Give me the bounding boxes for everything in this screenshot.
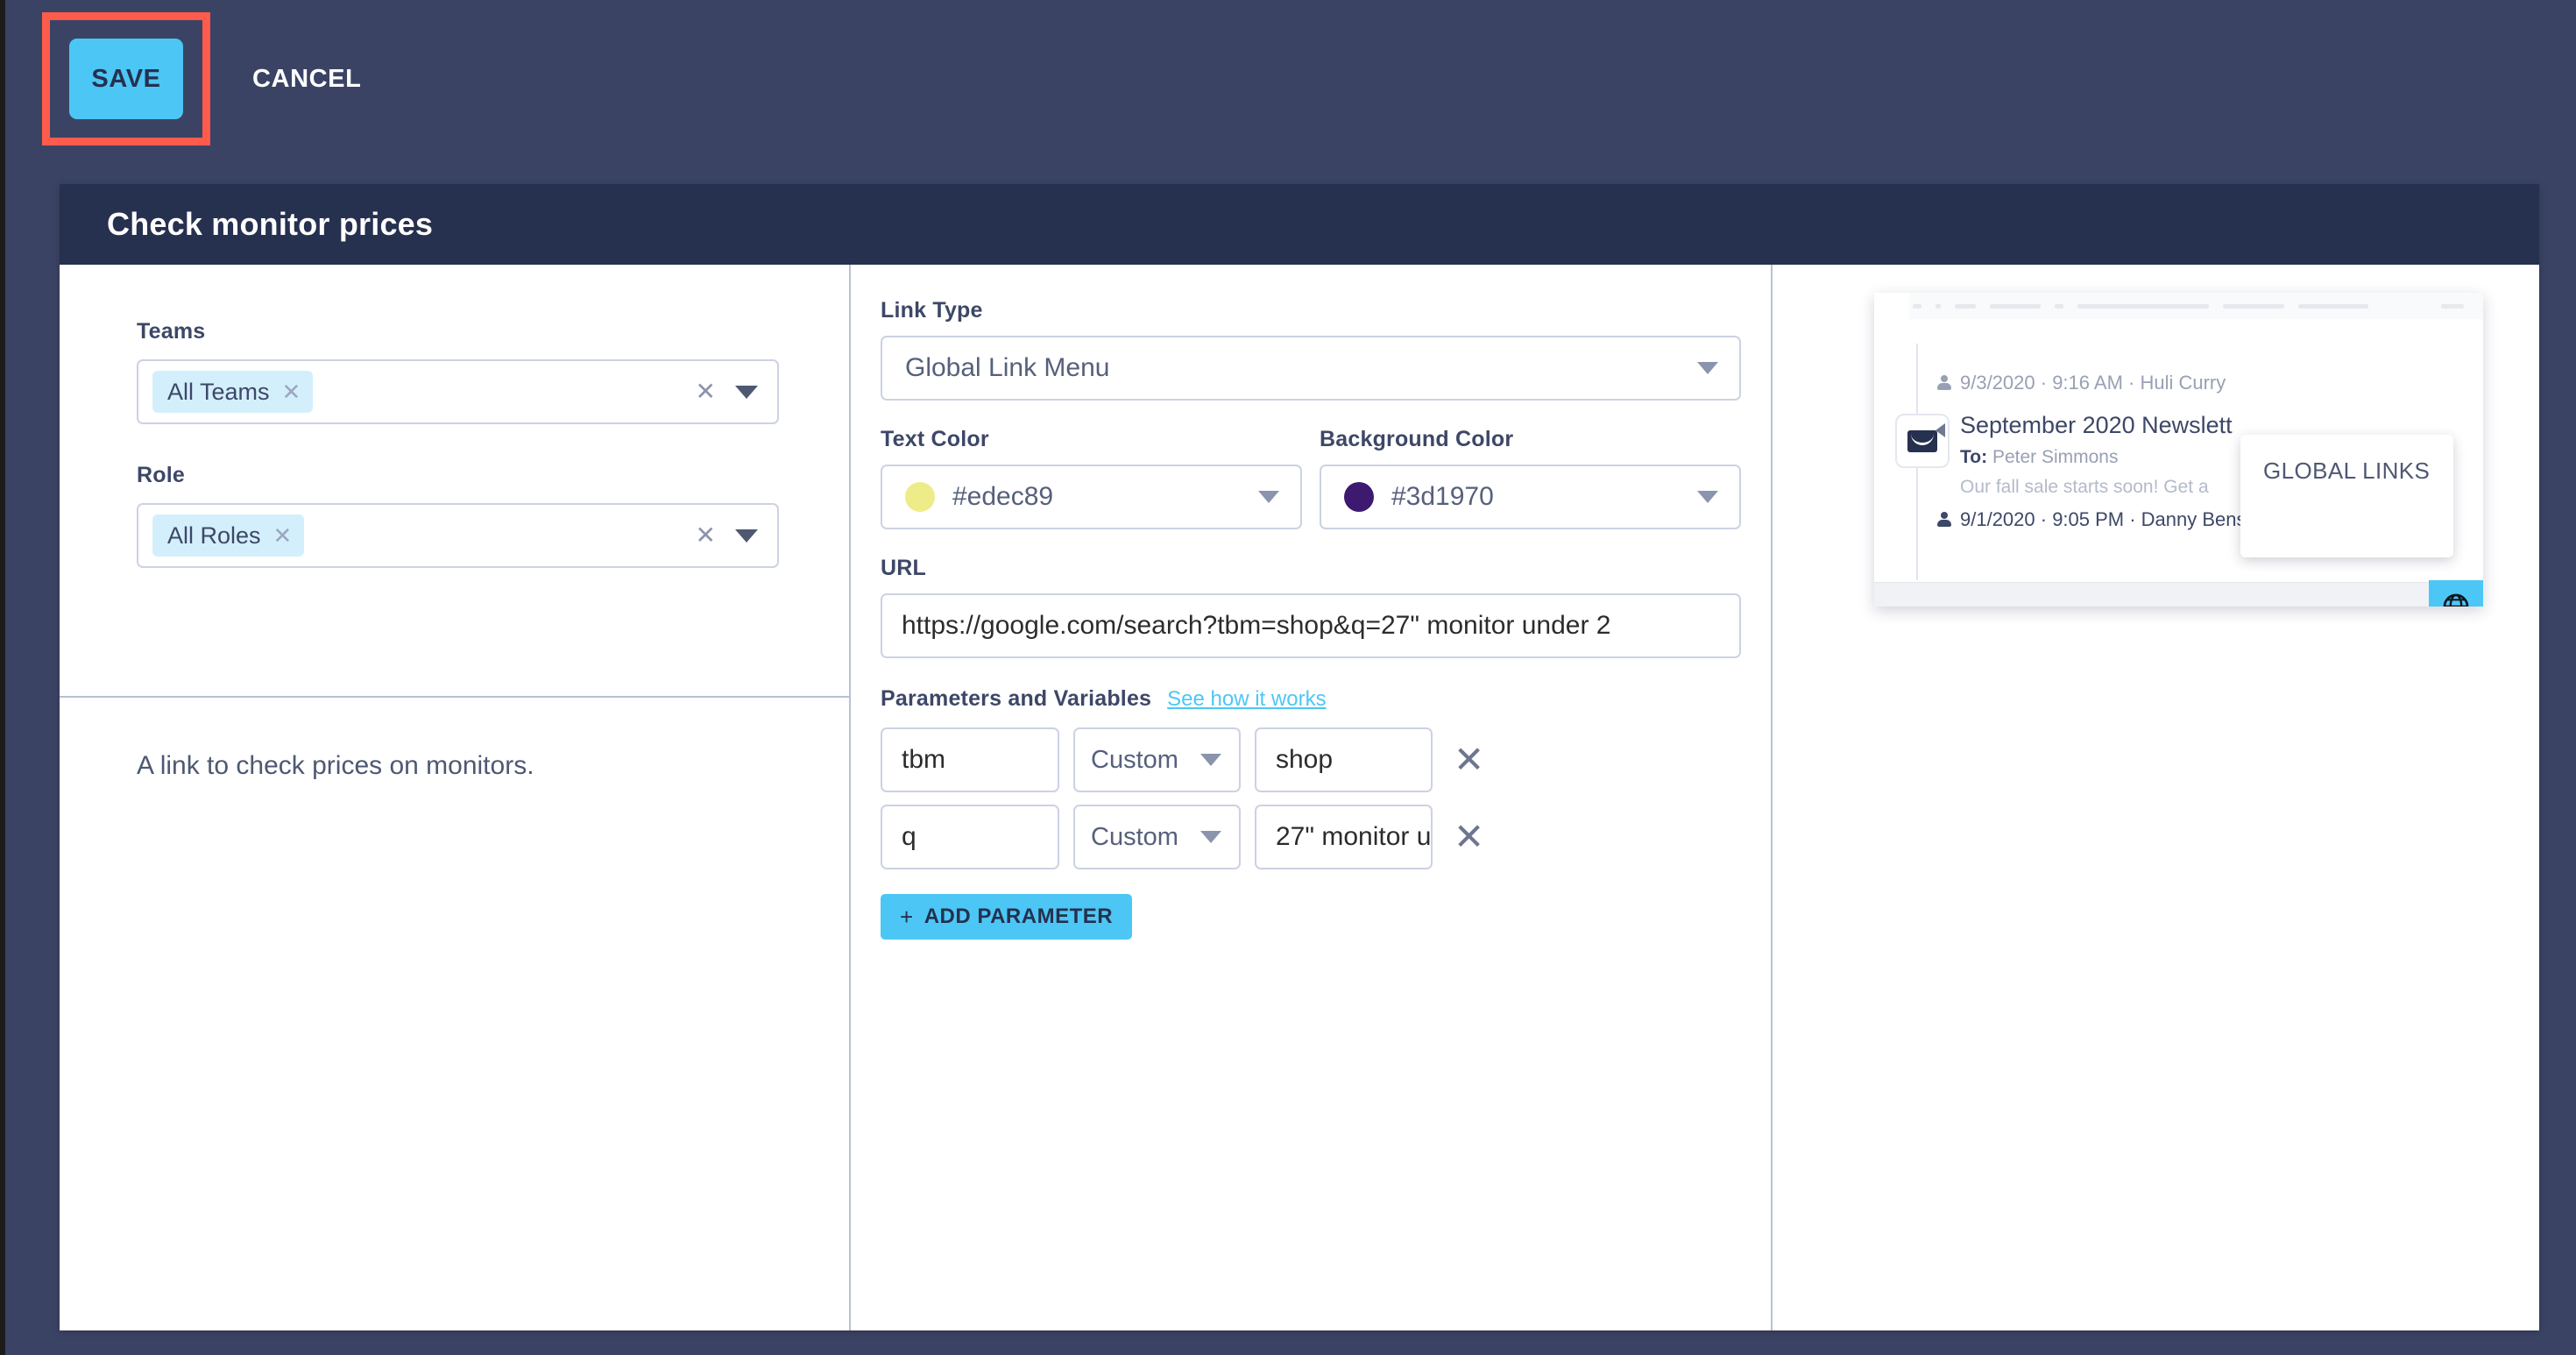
preview-to-value: Peter Simmons xyxy=(1992,447,2119,467)
link-type-field: Link Type Global Link Menu xyxy=(881,298,1741,401)
preview-meta-bottom-text: 9/1/2020 · 9:05 PM · Danny Benson xyxy=(1960,508,2268,530)
parameter-type-value: Custom xyxy=(1091,822,1178,851)
reply-arrow-icon xyxy=(1936,422,1945,437)
preview-meta-bottom: 9/1/2020 · 9:05 PM · Danny Benson xyxy=(1937,508,2268,531)
teams-chevron-down-icon[interactable] xyxy=(735,385,758,399)
parameters-header: Parameters and Variables See how it work… xyxy=(881,686,1741,712)
parameter-type-select[interactable]: Custom xyxy=(1073,727,1241,792)
preview-subject: September 2020 Newslett xyxy=(1960,412,2233,438)
text-color-field: Text Color #edec89 xyxy=(881,427,1302,529)
parameter-value-input[interactable]: shop xyxy=(1255,727,1433,792)
parameter-remove-icon[interactable]: ✕ xyxy=(1454,741,1484,778)
audience-panel: Teams All Teams ✕ ✕ Role All Roles ✕ ✕ A… xyxy=(60,265,851,1330)
role-clear-icon[interactable]: ✕ xyxy=(696,523,716,548)
window-edge-strip xyxy=(0,0,5,1355)
parameter-type-wrap: Custom xyxy=(1073,805,1241,869)
parameter-type-chevron-down-icon[interactable] xyxy=(1200,754,1221,766)
link-editor-card: Check monitor prices Teams All Teams ✕ ✕ xyxy=(60,184,2539,1330)
global-links-tooltip-title: GLOBAL LINKS xyxy=(2263,458,2431,484)
parameter-key-input[interactable]: tbm xyxy=(881,727,1059,792)
parameter-value-input[interactable]: 27" monitor un xyxy=(1255,805,1433,869)
background-color-select[interactable]: #3d1970 xyxy=(1320,465,1741,529)
url-input[interactable]: https://google.com/search?tbm=shop&q=27"… xyxy=(881,593,1741,658)
teams-label: Teams xyxy=(137,319,206,344)
role-chevron-down-icon[interactable] xyxy=(735,529,758,543)
text-color-select[interactable]: #edec89 xyxy=(881,465,1302,529)
preview-meta-top: 9/3/2020 · 9:16 AM · Huli Curry xyxy=(1937,372,2226,394)
preview-body: 9/3/2020 · 9:16 AM · Huli Curry Septembe… xyxy=(1874,319,2483,607)
person-icon xyxy=(1937,375,1951,391)
background-color-value: #3d1970 xyxy=(1391,482,1494,511)
add-parameter-button[interactable]: + ADD PARAMETER xyxy=(881,894,1133,940)
action-toolbar: SAVE CANCEL xyxy=(5,0,2576,165)
audience-fields: Teams All Teams ✕ ✕ Role All Roles ✕ ✕ xyxy=(60,265,849,698)
email-preview: 9/3/2020 · 9:16 AM · Huli Curry Septembe… xyxy=(1874,293,2483,607)
role-chip-label: All Roles xyxy=(167,521,261,549)
background-color-chevron-down-icon[interactable] xyxy=(1697,491,1718,503)
teams-multiselect[interactable]: All Teams ✕ ✕ xyxy=(137,359,779,424)
parameters-label: Parameters and Variables xyxy=(881,686,1152,711)
email-icon-badge xyxy=(1895,414,1950,468)
teams-chip-remove-icon[interactable]: ✕ xyxy=(282,380,301,403)
role-chip[interactable]: All Roles ✕ xyxy=(152,514,305,557)
plus-icon: + xyxy=(900,903,914,930)
role-field: Role All Roles ✕ ✕ xyxy=(137,463,779,568)
parameter-remove-icon[interactable]: ✕ xyxy=(1454,819,1484,855)
card-header: Check monitor prices xyxy=(60,184,2539,265)
preview-recipient: To: Peter Simmons xyxy=(1960,447,2118,468)
teams-field: Teams All Teams ✕ ✕ xyxy=(137,319,779,424)
role-label: Role xyxy=(137,463,185,487)
link-description: A link to check prices on monitors. xyxy=(137,751,534,780)
preview-to-label: To: xyxy=(1960,447,1988,467)
text-color-value: #edec89 xyxy=(952,482,1054,511)
parameter-type-select[interactable]: Custom xyxy=(1073,805,1241,869)
link-type-chevron-down-icon[interactable] xyxy=(1697,362,1718,374)
text-color-label: Text Color xyxy=(881,427,989,451)
text-color-chevron-down-icon[interactable] xyxy=(1258,491,1279,503)
envelope-icon xyxy=(1907,422,1945,452)
url-label: URL xyxy=(881,556,926,580)
person-icon xyxy=(1937,512,1951,528)
parameter-type-wrap: Custom xyxy=(1073,727,1241,792)
teams-controls: ✕ xyxy=(696,361,758,422)
role-controls: ✕ xyxy=(696,505,758,566)
preview-ghost-bars xyxy=(1913,303,2464,309)
teams-clear-icon[interactable]: ✕ xyxy=(696,380,716,404)
teams-chip-label: All Teams xyxy=(167,378,270,405)
background-color-label: Background Color xyxy=(1320,427,1514,451)
preview-panel: 9/3/2020 · 9:16 AM · Huli Curry Septembe… xyxy=(1773,265,2539,1330)
background-color-swatch xyxy=(1344,482,1374,512)
parameter-row: tbm Custom shop ✕ xyxy=(881,727,1741,792)
text-color-swatch xyxy=(905,482,935,512)
cancel-button[interactable]: CANCEL xyxy=(252,65,361,94)
url-field: URL https://google.com/search?tbm=shop&q… xyxy=(881,556,1741,658)
parameter-row: q Custom 27" monitor un ✕ xyxy=(881,805,1741,869)
role-chip-remove-icon[interactable]: ✕ xyxy=(273,524,293,547)
global-links-button[interactable] xyxy=(2429,580,2483,607)
link-type-select[interactable]: Global Link Menu xyxy=(881,336,1741,401)
page-title: Check monitor prices xyxy=(107,206,434,242)
link-type-label: Link Type xyxy=(881,298,983,323)
background-color-field: Background Color #3d1970 xyxy=(1320,427,1741,529)
add-parameter-label: ADD PARAMETER xyxy=(924,905,1114,928)
parameter-type-value: Custom xyxy=(1091,745,1178,774)
preview-meta-top-text: 9/3/2020 · 9:16 AM · Huli Curry xyxy=(1960,372,2226,394)
link-type-value: Global Link Menu xyxy=(905,353,1110,382)
preview-footer xyxy=(1874,582,2483,607)
global-links-tooltip: GLOBAL LINKS xyxy=(2240,435,2453,557)
parameter-type-chevron-down-icon[interactable] xyxy=(1200,831,1221,843)
parameter-key-input[interactable]: q xyxy=(881,805,1059,869)
see-how-it-works-link[interactable]: See how it works xyxy=(1167,687,1326,712)
globe-icon xyxy=(2443,593,2469,607)
teams-chip[interactable]: All Teams ✕ xyxy=(152,371,314,413)
preview-snippet: Our fall sale starts soon! Get a xyxy=(1960,477,2209,497)
role-multiselect[interactable]: All Roles ✕ ✕ xyxy=(137,503,779,568)
save-button[interactable]: SAVE xyxy=(69,39,183,119)
link-settings-panel: Link Type Global Link Menu Text Color #e… xyxy=(851,265,1773,1330)
card-body: Teams All Teams ✕ ✕ Role All Roles ✕ ✕ A… xyxy=(60,265,2539,1330)
save-button-highlight: SAVE xyxy=(42,12,210,145)
color-fields: Text Color #edec89 Background Color #3d1… xyxy=(881,427,1741,529)
